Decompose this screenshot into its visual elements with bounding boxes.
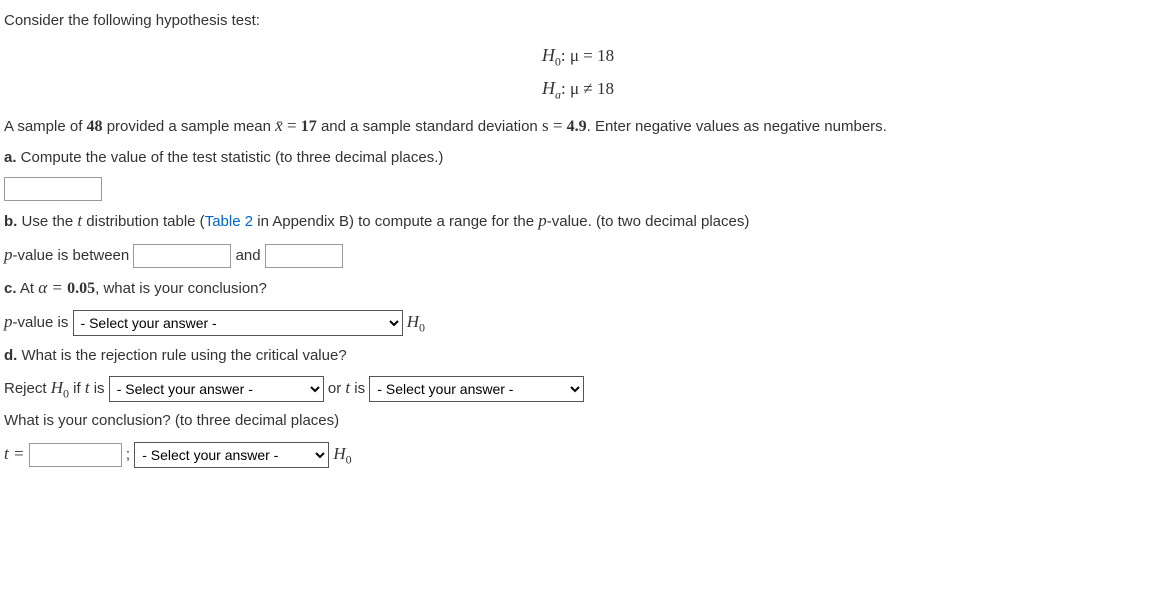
alt-hypothesis: Ha: μ ≠ 18 (4, 73, 1152, 106)
part-d-t-input[interactable] (29, 443, 122, 467)
part-c-answer-row: p-value is - Select your answer - H0 (4, 307, 1152, 338)
intro-text: Consider the following hypothesis test: (4, 8, 1152, 34)
table-2-link[interactable]: Table 2 (205, 213, 253, 230)
part-c-question: c. At α = 0.05, what is your conclusion? (4, 273, 1152, 303)
part-d-question: d. What is the rejection rule using the … (4, 343, 1152, 369)
null-hypothesis: H0: μ = 18 (4, 40, 1152, 73)
part-d-rejection-rule: Reject H0 if t is - Select your answer -… (4, 373, 1152, 404)
h0-symbol-2: H0 (333, 444, 351, 463)
part-d-select-2[interactable]: - Select your answer - (369, 376, 584, 402)
part-b-range: p-value is between and (4, 240, 1152, 270)
pvalue-high-input[interactable] (265, 244, 343, 268)
part-a-question: a. Compute the value of the test statist… (4, 145, 1152, 171)
h0-symbol: H0 (407, 312, 425, 331)
xbar-symbol: x̄ (275, 116, 283, 135)
pvalue-low-input[interactable] (133, 244, 231, 268)
hypothesis-block: H0: μ = 18 Ha: μ ≠ 18 (4, 40, 1152, 105)
part-d-conclusion-row: t = ; - Select your answer - H0 (4, 439, 1152, 470)
sample-description: A sample of 48 provided a sample mean x̄… (4, 111, 1152, 141)
part-d-conclusion-question: What is your conclusion? (to three decim… (4, 408, 1152, 434)
part-b-question: b. Use the t distribution table (Table 2… (4, 206, 1152, 236)
part-d-conclusion-select[interactable]: - Select your answer - (134, 442, 329, 468)
part-d-select-1[interactable]: - Select your answer - (109, 376, 324, 402)
part-c-select[interactable]: - Select your answer - (73, 310, 403, 336)
part-a-answer-input[interactable] (4, 177, 102, 201)
